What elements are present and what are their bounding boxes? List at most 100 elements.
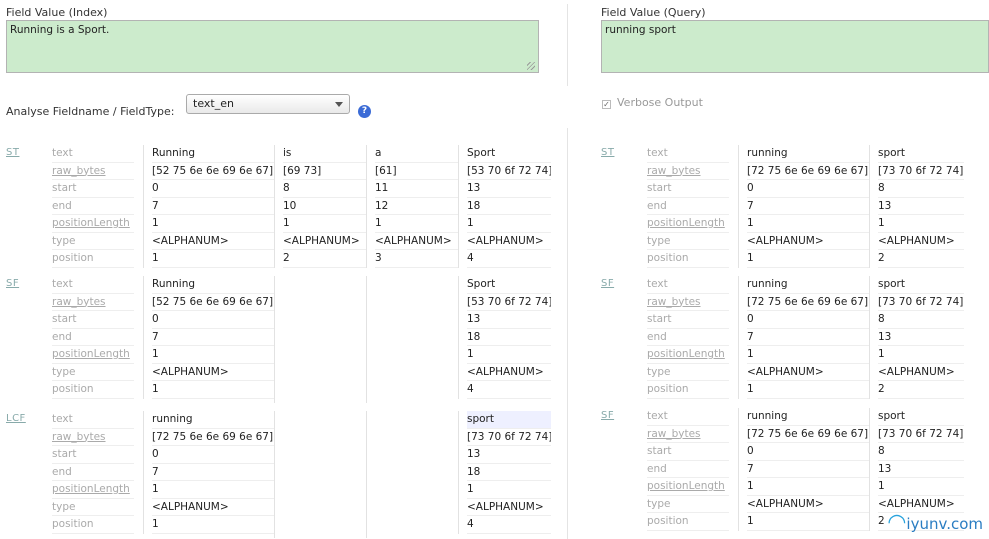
empty-token-column: [274, 411, 275, 538]
field-name-label: position: [647, 513, 729, 531]
token-end: 7: [152, 198, 274, 215]
field-name-label: end: [647, 461, 729, 478]
field-name-label: position: [647, 381, 729, 399]
token-start: 0: [747, 443, 869, 461]
empty-token-column: [366, 411, 367, 538]
field-name-label: positionLength: [647, 478, 729, 496]
fieldtype-select[interactable]: text_en: [186, 94, 350, 114]
token-positionlength: 1: [878, 346, 964, 364]
token-end: 7: [152, 464, 274, 481]
field-name-column: text raw_bytes start end positionLength type p…: [52, 145, 134, 268]
token-column: running [72 75 6e 6e 69 6e 67] 0 7 1 <ALPHANU…: [738, 408, 869, 531]
token-type: <ALPHANUM>: [878, 364, 964, 381]
token-start: 0: [747, 180, 869, 198]
token-positionlength: 1: [467, 481, 551, 499]
token-end: 10: [283, 198, 366, 215]
token-start: 8: [878, 311, 964, 329]
token-column: Running [52 75 6e 6e 69 6e 67] 0 7 1 <ALPHANU…: [143, 276, 274, 399]
field-name-label: positionLength: [647, 346, 729, 364]
field-name-label: type: [52, 233, 134, 250]
token-end: 18: [467, 198, 551, 215]
token-column: sport [73 70 6f 72 74] 13 18 1 <ALPHANUM> 4: [458, 411, 551, 534]
token-positionlength: 1: [152, 481, 274, 499]
verbose-output-label: Verbose Output: [617, 96, 703, 109]
token-position: 1: [747, 250, 869, 268]
token-text: running: [747, 276, 869, 294]
token-positionlength: 1: [152, 346, 274, 364]
field-name-label: text: [52, 145, 134, 163]
token-end: 12: [375, 198, 458, 215]
token-column: running [72 75 6e 6e 69 6e 67] 0 7 1 <ALPHANU…: [143, 411, 274, 534]
token-type: <ALPHANUM>: [467, 233, 551, 250]
field-name-label: type: [52, 499, 134, 516]
token-text: is: [283, 145, 366, 163]
field-name-label: position: [52, 381, 134, 399]
filter-name-left: SF: [6, 278, 20, 289]
token-text: sport: [467, 411, 551, 429]
token-column: Sport [53 70 6f 72 74] 13 18 1 <ALPHANUM> 4: [458, 145, 551, 268]
field-name-column: text raw_bytes start end positionLength type p…: [647, 408, 729, 531]
filter-name-right: ST: [601, 147, 615, 158]
field-name-label: type: [647, 496, 729, 513]
token-start: 13: [467, 446, 551, 464]
token-raw_bytes: [73 70 6f 72 74]: [878, 163, 964, 180]
field-name-label: position: [52, 250, 134, 268]
token-position: 1: [152, 381, 274, 399]
token-type: <ALPHANUM>: [747, 496, 869, 513]
token-text: Sport: [467, 276, 551, 294]
token-position: 1: [152, 250, 274, 268]
token-positionlength: 1: [283, 215, 366, 233]
token-text: sport: [878, 408, 964, 426]
field-name-label: positionLength: [52, 346, 134, 364]
field-name-label: start: [52, 446, 134, 464]
token-positionlength: 1: [747, 478, 869, 496]
token-raw_bytes: [72 75 6e 6e 69 6e 67]: [747, 426, 869, 443]
token-position: 3: [375, 250, 458, 268]
token-column: running [72 75 6e 6e 69 6e 67] 0 7 1 <ALPHANU…: [738, 145, 869, 268]
token-raw_bytes: [53 70 6f 72 74]: [467, 294, 551, 311]
token-end: 7: [747, 329, 869, 346]
field-name-label: text: [647, 145, 729, 163]
field-name-label: start: [647, 311, 729, 329]
field-name-label: end: [647, 198, 729, 215]
field-name-label: start: [647, 180, 729, 198]
token-column: Sport [53 70 6f 72 74] 13 18 1 <ALPHANUM> 4: [458, 276, 551, 399]
field-name-label: raw_bytes: [647, 294, 729, 311]
field-name-label: end: [52, 329, 134, 346]
field-name-label: positionLength: [52, 215, 134, 233]
index-value-input[interactable]: [6, 20, 539, 73]
query-value-input[interactable]: [601, 20, 989, 73]
query-field-label: Field Value (Query): [601, 6, 706, 19]
checkbox-icon[interactable]: ✓: [602, 100, 611, 109]
token-column: is [69 73] 8 10 1 <ALPHANUM> 2: [274, 145, 366, 268]
token-positionlength: 1: [467, 215, 551, 233]
token-column: Running [52 75 6e 6e 69 6e 67] 0 7 1 <ALPHANU…: [143, 145, 274, 268]
field-name-column: text raw_bytes start end positionLength type p…: [647, 276, 729, 399]
verbose-output-toggle[interactable]: ✓ Verbose Output: [602, 96, 703, 109]
token-position: 2: [878, 381, 964, 399]
token-type: <ALPHANUM>: [467, 499, 551, 516]
token-end: 7: [747, 198, 869, 215]
help-icon[interactable]: ?: [358, 105, 371, 118]
token-start: 8: [878, 443, 964, 461]
token-type: <ALPHANUM>: [375, 233, 458, 250]
token-positionlength: 1: [747, 346, 869, 364]
token-text: Running: [152, 276, 274, 294]
field-name-label: raw_bytes: [647, 163, 729, 180]
resize-grip-icon[interactable]: [527, 62, 535, 70]
token-start: 0: [152, 180, 274, 198]
token-raw_bytes: [52 75 6e 6e 69 6e 67]: [152, 163, 274, 180]
field-name-label: end: [647, 329, 729, 346]
field-name-label: positionLength: [647, 215, 729, 233]
filter-name-right: SF: [601, 410, 615, 421]
token-position: 1: [747, 513, 869, 531]
field-name-label: raw_bytes: [647, 426, 729, 443]
token-position: 4: [467, 381, 551, 399]
token-start: 0: [152, 446, 274, 464]
token-raw_bytes: [69 73]: [283, 163, 366, 180]
field-name-column: text raw_bytes start end positionLength type p…: [52, 411, 134, 534]
token-text: running: [747, 408, 869, 426]
token-raw_bytes: [72 75 6e 6e 69 6e 67]: [747, 294, 869, 311]
index-field-label: Field Value (Index): [6, 6, 108, 19]
token-position: 1: [152, 516, 274, 534]
